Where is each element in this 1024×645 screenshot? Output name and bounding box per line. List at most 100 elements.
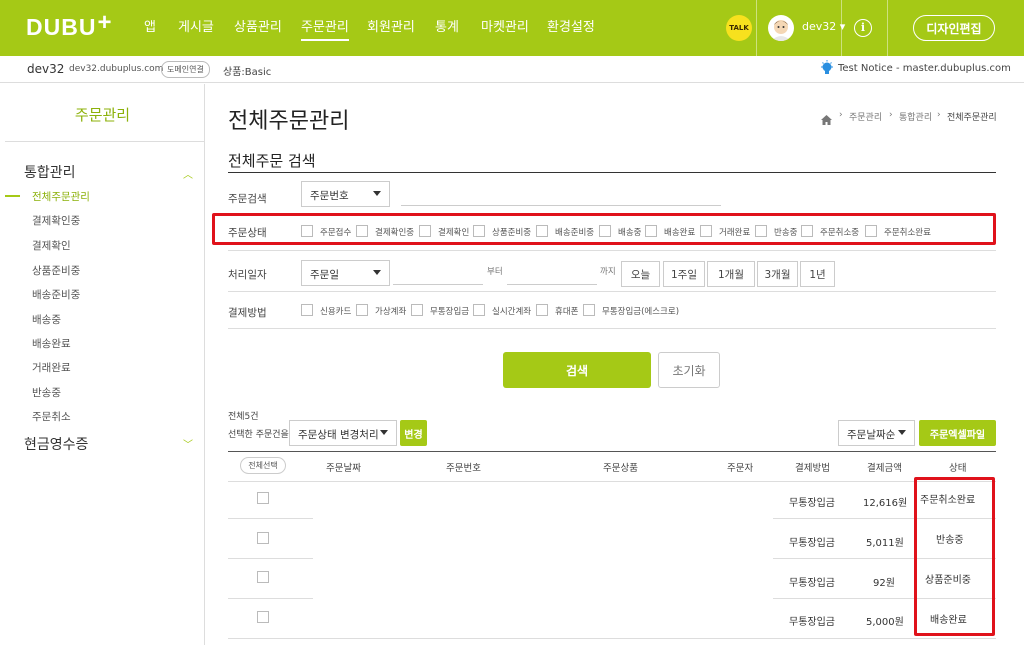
divider	[228, 598, 313, 599]
process-date-type-select[interactable]: 주문일	[301, 260, 390, 286]
divider	[756, 0, 757, 56]
sidebar-item-preparing[interactable]: 상품준비중	[32, 263, 80, 278]
row-payment-method: 무통장입금	[789, 617, 835, 628]
domain-connect-button[interactable]: 도메인연결	[161, 61, 210, 78]
design-edit-button[interactable]: 디자인편집	[913, 15, 995, 41]
divider	[228, 250, 996, 251]
start-date-input[interactable]	[393, 284, 483, 285]
divider	[917, 518, 992, 519]
breadcrumb-item[interactable]: 주문관리	[849, 110, 882, 123]
end-date-input[interactable]	[507, 284, 597, 285]
reset-button[interactable]: 초기화	[658, 352, 720, 388]
kakao-talk-icon[interactable]: TALK	[726, 15, 752, 41]
payment-checkbox[interactable]	[411, 304, 423, 316]
notice-text[interactable]: Test Notice - master.dubuplus.com	[838, 63, 1011, 74]
row-payment-method: 무통장입금	[789, 498, 835, 509]
sidebar-item-completed[interactable]: 거래완료	[32, 360, 71, 375]
highlight-box-status-column	[914, 477, 995, 636]
payment-checkbox-label: 실시간계좌	[492, 307, 532, 317]
sidebar-item-all-orders[interactable]: 전체주문관리	[32, 189, 90, 204]
sidebar-item-payment-checking[interactable]: 결제확인중	[32, 213, 80, 228]
dubu-logo[interactable]: DUBU+	[26, 9, 112, 42]
divider	[5, 141, 205, 142]
sort-select[interactable]: 주문날짜순	[838, 420, 915, 446]
site-domain[interactable]: dev32.dubuplus.com	[69, 64, 163, 74]
breadcrumb-separator: ›	[839, 110, 843, 120]
date-1week-button[interactable]: 1주일	[663, 261, 705, 287]
sidebar-item-returning[interactable]: 반송중	[32, 385, 61, 400]
date-1month-button[interactable]: 1개월	[707, 261, 755, 287]
row-checkbox[interactable]	[257, 571, 269, 583]
sidebar-item-shipping[interactable]: 배송중	[32, 312, 61, 327]
column-status: 상태	[949, 463, 967, 474]
nav-settings[interactable]: 환경설정	[547, 16, 595, 35]
payment-checkbox[interactable]	[301, 304, 313, 316]
row-checkbox[interactable]	[257, 532, 269, 544]
lightbulb-icon	[820, 60, 834, 80]
bulk-status-change-select[interactable]: 주문상태 변경처리	[289, 420, 397, 446]
divider	[917, 598, 992, 599]
payment-checkbox-label: 가상계좌	[375, 307, 407, 317]
breadcrumb-separator: ›	[889, 110, 893, 120]
selected-orders-label: 선택한 주문건을	[228, 430, 289, 440]
column-order-product: 주문상품	[603, 463, 638, 474]
payment-checkbox-label: 신용카드	[320, 307, 352, 317]
divider	[228, 172, 996, 173]
nav-posts[interactable]: 게시글	[178, 16, 214, 35]
home-icon[interactable]	[821, 110, 832, 129]
nav-order-management[interactable]: 주문관리	[301, 16, 349, 41]
sidebar-item-delivered[interactable]: 배송완료	[32, 336, 71, 351]
sidebar-item-ship-preparing[interactable]: 배송준비중	[32, 287, 80, 302]
info-icon[interactable]: i	[854, 19, 872, 37]
user-avatar-icon[interactable]	[768, 15, 794, 41]
sidebar-group-cash-receipt[interactable]: 현금영수증	[24, 434, 88, 454]
payment-checkbox[interactable]	[356, 304, 368, 316]
chevron-up-icon[interactable]: ︿	[183, 166, 193, 181]
nav-app[interactable]: 앱	[144, 16, 156, 35]
date-1year-button[interactable]: 1년	[800, 261, 835, 287]
nav-statistics[interactable]: 통계	[435, 16, 459, 35]
row-payment-method: 무통장입금	[789, 538, 835, 549]
sidebar-group-integrated[interactable]: 통합관리	[24, 162, 76, 182]
nav-member-management[interactable]: 회원관리	[367, 16, 415, 35]
sidebar-item-cancelled[interactable]: 주문취소	[32, 409, 71, 424]
row-checkbox[interactable]	[257, 611, 269, 623]
from-text: 부터	[487, 267, 503, 277]
payment-checkbox[interactable]	[583, 304, 595, 316]
total-count: 전체5건	[228, 412, 259, 422]
change-button[interactable]: 변경	[400, 420, 427, 446]
divider	[228, 518, 313, 519]
order-excel-button[interactable]: 주문엑셀파일	[919, 420, 996, 446]
select-all-button[interactable]: 전체선택	[240, 457, 286, 474]
divider	[841, 0, 842, 56]
payment-checkbox-label: 무통장입금	[430, 307, 470, 317]
row-amount: 5,000원	[866, 617, 904, 628]
divider	[228, 558, 313, 559]
payment-method-label: 결제방법	[228, 307, 267, 319]
search-section-title: 전체주문 검색	[228, 152, 316, 170]
payment-checkbox[interactable]	[473, 304, 485, 316]
search-button[interactable]: 검색	[503, 352, 651, 388]
date-today-button[interactable]: 오늘	[621, 261, 660, 287]
page-title: 전체주문관리	[228, 109, 350, 134]
order-search-input[interactable]	[401, 205, 721, 206]
divider	[228, 328, 996, 329]
order-search-type-select[interactable]: 주문번호	[301, 181, 390, 207]
sidebar-item-payment-confirmed[interactable]: 결제확인	[32, 238, 71, 253]
user-menu[interactable]: dev32 ▾	[802, 20, 845, 33]
chevron-down-icon[interactable]: ﹀	[183, 436, 193, 451]
column-order-number: 주문번호	[446, 463, 481, 474]
column-payment-method: 결제방법	[795, 463, 830, 474]
divider	[228, 291, 996, 292]
row-checkbox[interactable]	[257, 492, 269, 504]
breadcrumb-item[interactable]: 통합관리	[899, 110, 932, 123]
sidebar-title: 주문관리	[74, 106, 131, 124]
process-date-label: 처리일자	[228, 269, 267, 281]
nav-product-management[interactable]: 상품관리	[234, 16, 282, 35]
divider	[887, 0, 888, 56]
date-3month-button[interactable]: 3개월	[757, 261, 798, 287]
nav-market-management[interactable]: 마켓관리	[481, 16, 529, 35]
payment-checkbox[interactable]	[536, 304, 548, 316]
site-name: dev32	[27, 62, 65, 76]
column-orderer: 주문자	[727, 463, 754, 474]
